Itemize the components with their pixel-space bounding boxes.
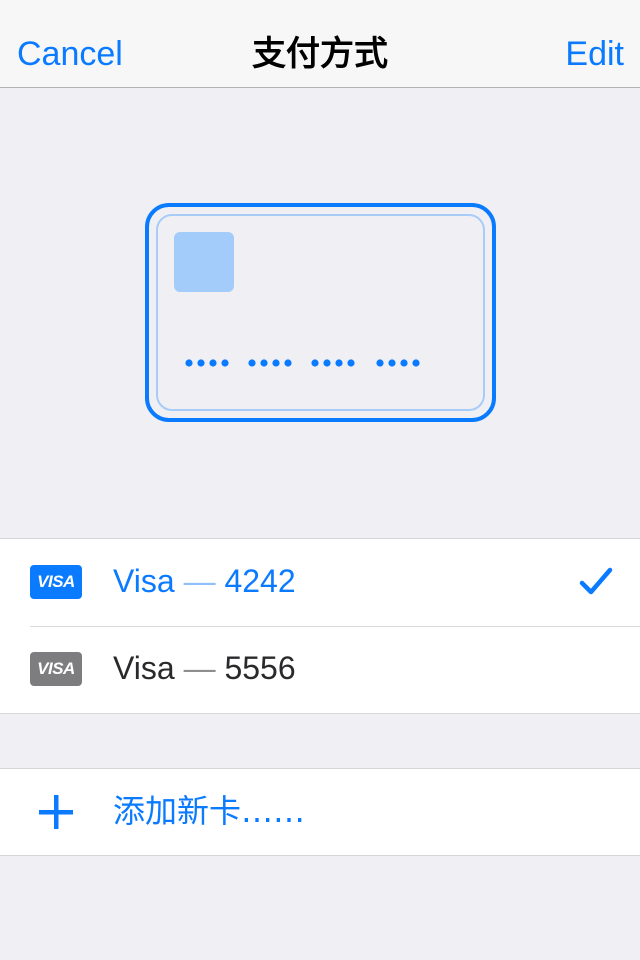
add-card-button[interactable]: 添加新卡…… — [0, 768, 640, 856]
card-row-visa-4242[interactable]: VISA Visa — 4242 — [0, 539, 640, 627]
card-brand-name: Visa — [113, 650, 175, 686]
navigation-bar: Cancel 支付方式 Edit — [0, 0, 640, 88]
visa-icon: VISA — [30, 652, 82, 686]
card-brand-name: Visa — [113, 563, 175, 599]
card-label: Visa — 5556 — [113, 648, 296, 688]
card-list: VISA Visa — 4242 VISA Visa — 5556 — [0, 538, 640, 714]
card-separator: — — [183, 563, 216, 599]
card-last4: 5556 — [224, 650, 296, 686]
checkmark-icon — [579, 567, 613, 595]
card-row-visa-5556[interactable]: VISA Visa — 5556 — [0, 626, 640, 713]
card-separator: — — [183, 650, 216, 686]
card-illustration — [0, 89, 640, 538]
card-label: Visa — 4242 — [113, 561, 296, 601]
edit-button[interactable]: Edit — [565, 34, 624, 74]
add-card-label: 添加新卡…… — [113, 792, 306, 830]
card-chip — [174, 232, 234, 292]
plus-icon — [39, 795, 73, 829]
card-number-mask — [185, 359, 420, 367]
page-title: 支付方式 — [252, 34, 388, 74]
visa-icon: VISA — [30, 565, 82, 599]
card-last4: 4242 — [224, 563, 296, 599]
